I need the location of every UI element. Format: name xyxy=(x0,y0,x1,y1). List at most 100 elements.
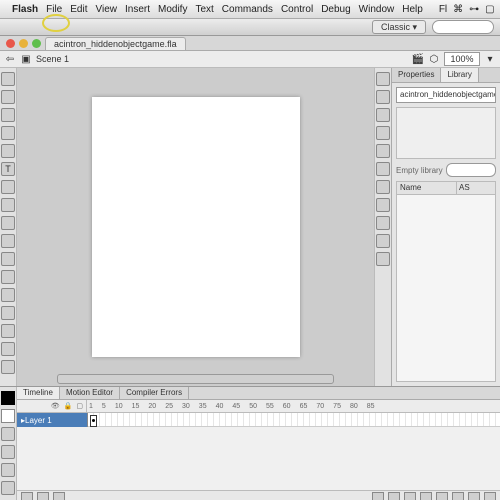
close-window-icon[interactable] xyxy=(6,39,15,48)
paint-bucket-tool-icon[interactable] xyxy=(1,288,15,302)
menu-insert[interactable]: Insert xyxy=(125,4,150,15)
delete-layer-icon[interactable] xyxy=(53,492,65,500)
tab-properties[interactable]: Properties xyxy=(392,68,441,82)
onion-skin-icon[interactable] xyxy=(452,492,464,500)
step-forward-icon[interactable] xyxy=(420,492,432,500)
option-b-icon[interactable] xyxy=(1,481,15,495)
line-tool-icon[interactable] xyxy=(1,180,15,194)
tab-compiler-errors[interactable]: Compiler Errors xyxy=(120,387,189,399)
motion-presets-icon[interactable] xyxy=(376,180,390,194)
frame-number-ruler[interactable]: 1 5 10 15 20 25 30 35 40 45 50 55 60 65 … xyxy=(87,400,500,412)
color-panel-icon[interactable] xyxy=(376,72,390,86)
workspace: T xyxy=(0,68,500,386)
zoom-tool-icon[interactable] xyxy=(1,360,15,374)
scene-name[interactable]: Scene 1 xyxy=(36,54,69,64)
info-panel-icon[interactable] xyxy=(376,126,390,140)
hand-tool-icon[interactable] xyxy=(1,342,15,356)
stage[interactable] xyxy=(92,97,300,357)
zoom-window-icon[interactable] xyxy=(32,39,41,48)
menuextra-wifi-icon[interactable]: ⊶ xyxy=(469,4,479,15)
document-tab[interactable]: acintron_hiddenobjectgame.fla xyxy=(45,37,186,50)
loop-icon[interactable] xyxy=(436,492,448,500)
zoom-input[interactable]: 100% xyxy=(444,52,480,66)
components-panel-icon[interactable] xyxy=(376,162,390,176)
stage-scrollbar-h[interactable] xyxy=(57,374,334,384)
layer-outline-icon[interactable]: ▢ xyxy=(76,402,83,410)
stage-area[interactable] xyxy=(17,68,374,386)
swap-colors-icon[interactable] xyxy=(1,427,15,441)
project-panel-icon[interactable] xyxy=(376,198,390,212)
transform-panel-icon[interactable] xyxy=(376,144,390,158)
tools-panel: T xyxy=(0,68,17,386)
eyedropper-tool-icon[interactable] xyxy=(1,306,15,320)
edit-scene-icon[interactable]: 🎬 xyxy=(412,53,424,65)
pencil-tool-icon[interactable] xyxy=(1,216,15,230)
layer-name[interactable]: ▸ Layer 1 xyxy=(17,413,88,427)
zoom-dropdown-icon[interactable]: ▾ xyxy=(484,53,496,65)
menu-text[interactable]: Text xyxy=(195,4,213,15)
timeline-footer xyxy=(17,490,500,500)
lasso-tool-icon[interactable] xyxy=(1,126,15,140)
library-col-linkage[interactable]: AS Linkage xyxy=(457,182,495,194)
menuextra-display-icon[interactable]: ▢ xyxy=(485,4,494,15)
menu-modify[interactable]: Modify xyxy=(158,4,187,15)
stroke-color-swatch[interactable] xyxy=(1,391,15,405)
selection-tool-icon[interactable] xyxy=(1,72,15,86)
menu-help[interactable]: Help xyxy=(402,4,423,15)
menu-debug[interactable]: Debug xyxy=(321,4,350,15)
actions-panel-icon[interactable] xyxy=(376,216,390,230)
minimize-window-icon[interactable] xyxy=(19,39,28,48)
free-transform-tool-icon[interactable] xyxy=(1,108,15,122)
menu-control[interactable]: Control xyxy=(281,4,313,15)
play-icon[interactable] xyxy=(404,492,416,500)
rectangle-tool-icon[interactable] xyxy=(1,198,15,212)
library-file-select[interactable]: acintron_hiddenobjectgame.fla ▾ xyxy=(396,87,496,103)
menu-flash[interactable]: Flash xyxy=(12,4,38,15)
history-panel-icon[interactable] xyxy=(376,252,390,266)
library-item-list[interactable] xyxy=(396,195,496,382)
fill-color-swatch[interactable] xyxy=(1,409,15,423)
edit-symbol-icon[interactable]: ⬡ xyxy=(428,53,440,65)
menu-edit[interactable]: Edit xyxy=(70,4,87,15)
menuextra-bluetooth-icon[interactable]: ⌘ xyxy=(453,4,463,15)
menu-file[interactable]: File xyxy=(46,4,62,15)
layer-frames[interactable] xyxy=(88,413,500,427)
swatches-panel-icon[interactable] xyxy=(376,90,390,104)
option-a-icon[interactable] xyxy=(1,463,15,477)
align-panel-icon[interactable] xyxy=(376,108,390,122)
menu-commands[interactable]: Commands xyxy=(222,4,273,15)
edit-multiple-icon[interactable] xyxy=(484,492,496,500)
bone-tool-icon[interactable] xyxy=(1,270,15,284)
help-search-input[interactable] xyxy=(432,20,494,34)
library-search-input[interactable] xyxy=(446,163,496,177)
menu-view[interactable]: View xyxy=(95,4,117,15)
step-back-icon[interactable] xyxy=(388,492,400,500)
behaviors-panel-icon[interactable] xyxy=(376,234,390,248)
new-folder-icon[interactable] xyxy=(37,492,49,500)
library-col-name[interactable]: Name xyxy=(397,182,457,194)
brush-tool-icon[interactable] xyxy=(1,234,15,248)
keyframe-1[interactable] xyxy=(90,415,97,427)
eraser-tool-icon[interactable] xyxy=(1,324,15,338)
layer-visibility-icon[interactable]: 👁 xyxy=(51,402,60,410)
tab-timeline[interactable]: Timeline xyxy=(17,387,60,399)
subselection-tool-icon[interactable] xyxy=(1,90,15,104)
workspace-switcher[interactable]: Classic ▾ xyxy=(372,20,426,34)
menu-window[interactable]: Window xyxy=(359,4,395,15)
default-colors-icon[interactable] xyxy=(1,445,15,459)
timeline-layer-row[interactable]: ▸ Layer 1 xyxy=(17,413,500,427)
scene-icon: ▣ xyxy=(20,53,32,65)
window-traffic-lights xyxy=(6,39,41,48)
onion-outlines-icon[interactable] xyxy=(468,492,480,500)
deco-tool-icon[interactable] xyxy=(1,252,15,266)
timeline-ruler[interactable]: 👁 🔒 ▢ 1 5 10 15 20 25 30 35 40 45 50 55 xyxy=(17,400,500,413)
scene-back-icon[interactable]: ⇦ xyxy=(4,53,16,65)
rewind-icon[interactable] xyxy=(372,492,384,500)
pen-tool-icon[interactable] xyxy=(1,144,15,158)
menuextra-fl[interactable]: Fl xyxy=(439,4,447,15)
text-tool-icon[interactable]: T xyxy=(1,162,15,176)
tab-motion-editor[interactable]: Motion Editor xyxy=(60,387,120,399)
tab-library[interactable]: Library xyxy=(441,68,478,82)
layer-lock-icon[interactable]: 🔒 xyxy=(64,402,73,410)
new-layer-icon[interactable] xyxy=(21,492,33,500)
